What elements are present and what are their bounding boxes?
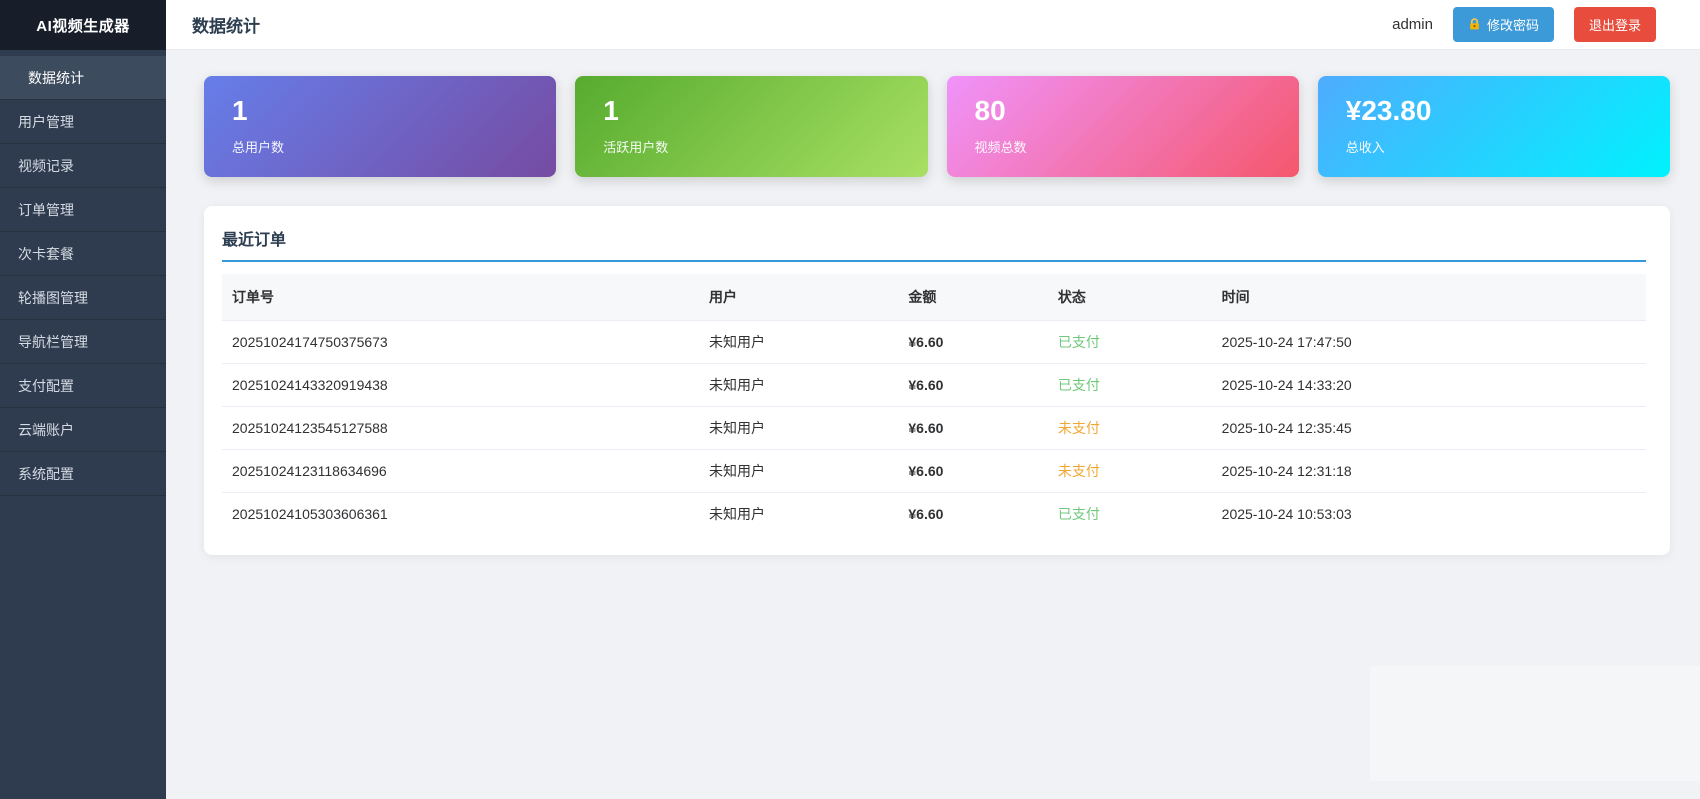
sidebar-item-order-management[interactable]: 订单管理	[0, 188, 166, 232]
time-cell: 2025-10-24 14:33:20	[1212, 364, 1646, 407]
amount-cell: ¥6.60	[898, 493, 1048, 536]
stat-label: 总用户数	[232, 137, 556, 156]
stat-label: 总收入	[1346, 137, 1670, 156]
table-row: 20251024123545127588 未知用户 ¥6.60 未支付 2025…	[222, 407, 1646, 450]
status-badge: 已支付	[1048, 364, 1212, 407]
sidebar: AI视频生成器 数据统计 用户管理 视频记录 订单管理 次卡套餐 轮播图管理 导…	[0, 0, 166, 799]
order-no-cell: 20251024123118634696	[222, 450, 699, 493]
user-cell: 未知用户	[699, 407, 898, 450]
sidebar-item-card-packages[interactable]: 次卡套餐	[0, 232, 166, 276]
logout-label: 退出登录	[1589, 15, 1641, 34]
user-cell: 未知用户	[699, 364, 898, 407]
stat-card-total-users: 1 总用户数	[204, 76, 556, 177]
page-title: 数据统计	[192, 12, 260, 37]
stat-value: 1	[232, 94, 556, 128]
sidebar-item-data-stats[interactable]: 数据统计	[0, 56, 166, 100]
status-badge: 未支付	[1048, 450, 1212, 493]
user-cell: 未知用户	[699, 321, 898, 364]
stat-card-total-videos: 80 视频总数	[947, 76, 1299, 177]
column-header-order-no: 订单号	[222, 274, 699, 321]
sidebar-item-carousel-management[interactable]: 轮播图管理	[0, 276, 166, 320]
order-no-cell: 20251024174750375673	[222, 321, 699, 364]
topbar: 数据统计 admin 修改密码 退出登录	[166, 0, 1700, 50]
recent-orders-card: 最近订单 订单号 用户 金额 状态 时间 2025102417475037567…	[204, 206, 1670, 555]
recent-orders-title: 最近订单	[222, 224, 1646, 262]
stat-label: 活跃用户数	[603, 137, 927, 156]
amount-cell: ¥6.60	[898, 407, 1048, 450]
sidebar-item-user-management[interactable]: 用户管理	[0, 100, 166, 144]
orders-table-header-row: 订单号 用户 金额 状态 时间	[222, 274, 1646, 321]
stats-row: 1 总用户数 1 活跃用户数 80 视频总数 ¥23.80 总收入	[204, 76, 1670, 177]
time-cell: 2025-10-24 12:31:18	[1212, 450, 1646, 493]
app-logo-title: AI视频生成器	[0, 0, 166, 50]
column-header-time: 时间	[1212, 274, 1646, 321]
stat-card-total-revenue: ¥23.80 总收入	[1318, 76, 1670, 177]
status-badge: 已支付	[1048, 321, 1212, 364]
sidebar-menu: 数据统计 用户管理 视频记录 订单管理 次卡套餐 轮播图管理 导航栏管理 支付配…	[0, 50, 166, 496]
time-cell: 2025-10-24 12:35:45	[1212, 407, 1646, 450]
username: admin	[1392, 16, 1433, 33]
user-cell: 未知用户	[699, 493, 898, 536]
stat-card-active-users: 1 活跃用户数	[575, 76, 927, 177]
stat-value: 1	[603, 94, 927, 128]
sidebar-item-system-config[interactable]: 系统配置	[0, 452, 166, 496]
user-cell: 未知用户	[699, 450, 898, 493]
order-no-cell: 20251024105303606361	[222, 493, 699, 536]
stat-value: 80	[975, 94, 1299, 128]
table-row: 20251024143320919438 未知用户 ¥6.60 已支付 2025…	[222, 364, 1646, 407]
sidebar-item-navbar-management[interactable]: 导航栏管理	[0, 320, 166, 364]
change-password-button[interactable]: 修改密码	[1453, 7, 1554, 42]
logout-button[interactable]: 退出登录	[1574, 7, 1656, 42]
time-cell: 2025-10-24 17:47:50	[1212, 321, 1646, 364]
status-badge: 未支付	[1048, 407, 1212, 450]
amount-cell: ¥6.60	[898, 364, 1048, 407]
stat-value: ¥23.80	[1346, 94, 1670, 128]
main-content: 1 总用户数 1 活跃用户数 80 视频总数 ¥23.80 总收入 最近订单 订…	[166, 50, 1700, 799]
table-row: 20251024174750375673 未知用户 ¥6.60 已支付 2025…	[222, 321, 1646, 364]
sidebar-item-cloud-accounts[interactable]: 云端账户	[0, 408, 166, 452]
lock-icon	[1468, 18, 1481, 31]
topbar-right: admin 修改密码 退出登录	[1392, 7, 1656, 42]
sidebar-item-video-records[interactable]: 视频记录	[0, 144, 166, 188]
status-badge: 已支付	[1048, 493, 1212, 536]
column-header-user: 用户	[699, 274, 898, 321]
change-password-label: 修改密码	[1487, 15, 1539, 34]
table-row: 20251024123118634696 未知用户 ¥6.60 未支付 2025…	[222, 450, 1646, 493]
column-header-amount: 金额	[898, 274, 1048, 321]
sidebar-item-payment-config[interactable]: 支付配置	[0, 364, 166, 408]
stat-label: 视频总数	[975, 137, 1299, 156]
time-cell: 2025-10-24 10:53:03	[1212, 493, 1646, 536]
order-no-cell: 20251024143320919438	[222, 364, 699, 407]
orders-table: 订单号 用户 金额 状态 时间 20251024174750375673 未知用…	[222, 274, 1646, 535]
amount-cell: ¥6.60	[898, 450, 1048, 493]
order-no-cell: 20251024123545127588	[222, 407, 699, 450]
amount-cell: ¥6.60	[898, 321, 1048, 364]
table-row: 20251024105303606361 未知用户 ¥6.60 已支付 2025…	[222, 493, 1646, 536]
column-header-status: 状态	[1048, 274, 1212, 321]
